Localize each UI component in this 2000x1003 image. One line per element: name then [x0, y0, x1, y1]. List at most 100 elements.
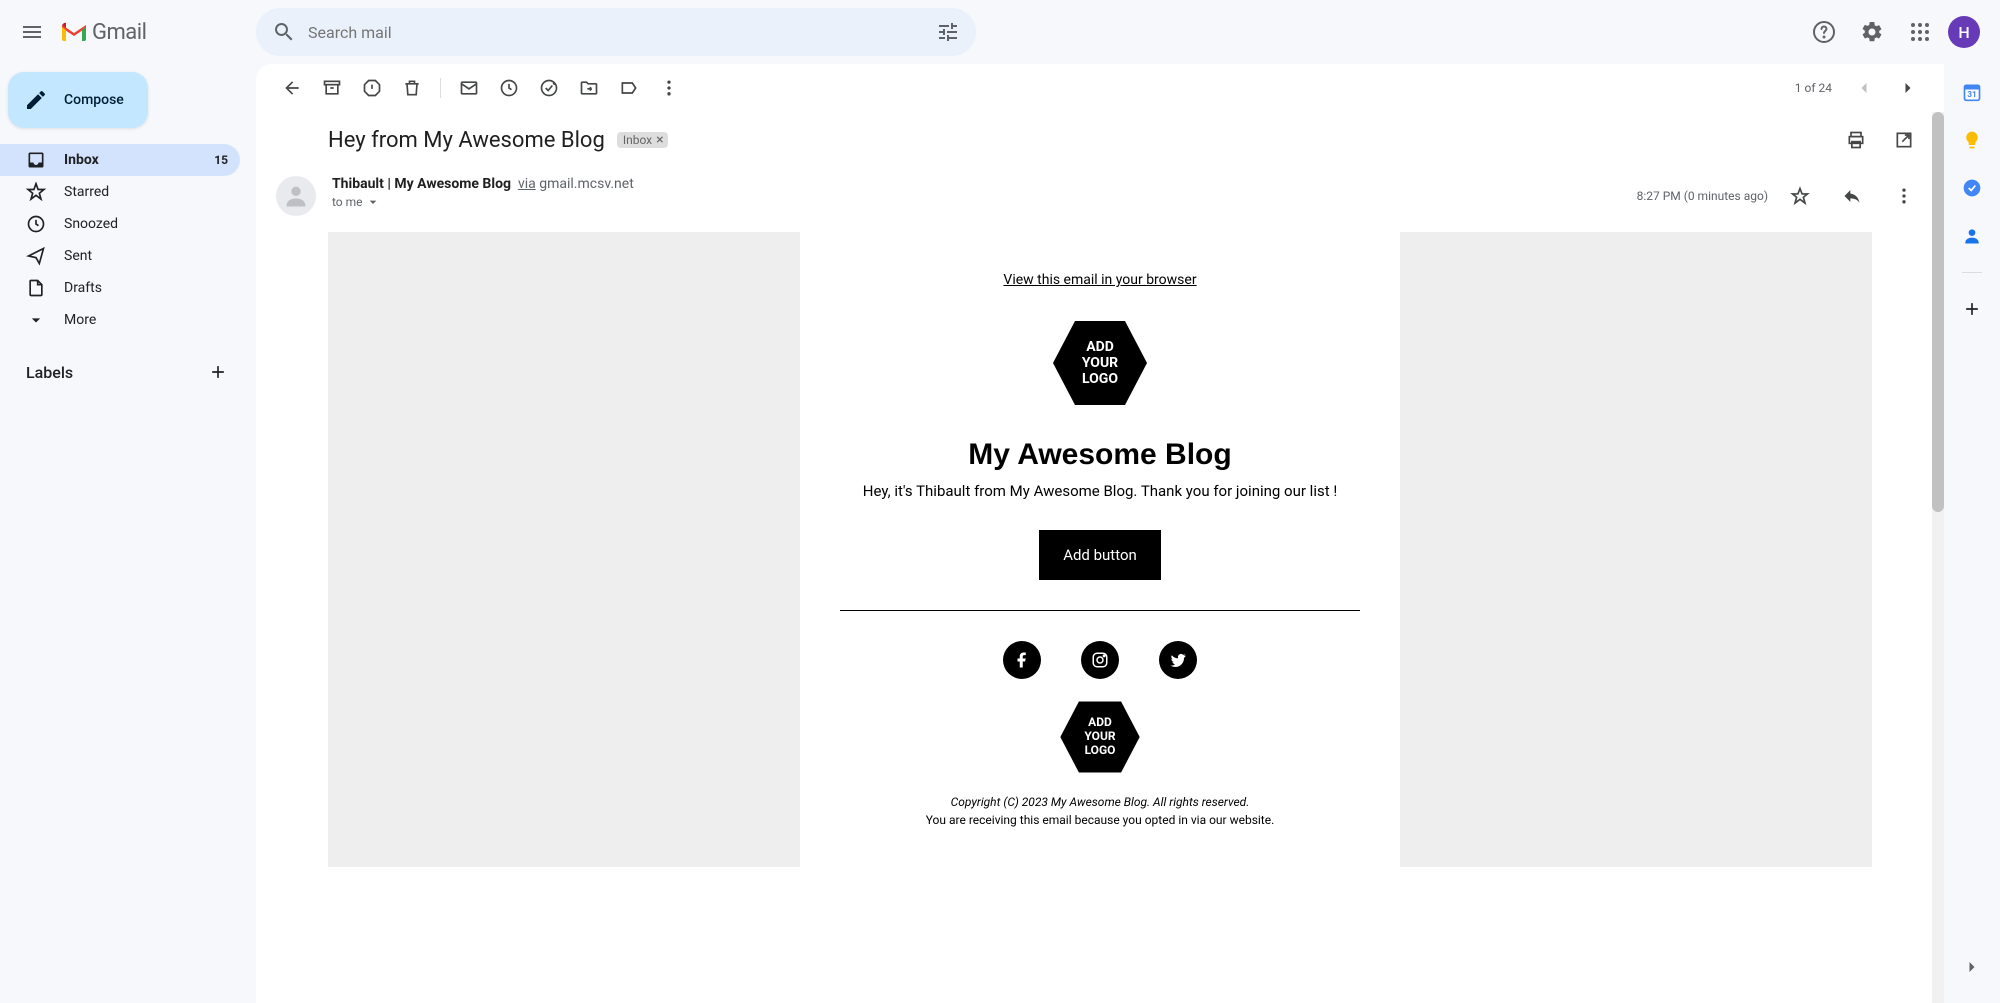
- chevron-right-icon: [1898, 78, 1918, 98]
- instagram-link[interactable]: [1081, 641, 1119, 679]
- search-bar[interactable]: [256, 8, 976, 56]
- message-pane: 1 of 24 Hey from My Awesome Blog Inbox ×: [256, 64, 1944, 1003]
- email-body-scroll[interactable]: View this email in your browser ADD YOUR…: [256, 232, 1944, 907]
- gmail-logo-icon: [60, 21, 88, 43]
- inbox-count: 15: [214, 153, 228, 167]
- contacts-icon: [1962, 226, 1982, 246]
- send-icon: [26, 246, 46, 266]
- support-button[interactable]: [1804, 12, 1844, 52]
- archive-button[interactable]: [312, 68, 352, 108]
- delete-button[interactable]: [392, 68, 432, 108]
- more-vert-icon: [659, 78, 679, 98]
- nav-inbox[interactable]: Inbox 15: [0, 144, 240, 176]
- label-chip-text: Inbox: [623, 133, 652, 147]
- to-text: to me: [332, 195, 363, 209]
- snooze-button[interactable]: [489, 68, 529, 108]
- footer-logo-text-2: YOUR: [1084, 730, 1115, 744]
- apps-button[interactable]: [1900, 12, 1940, 52]
- twitter-icon: [1169, 651, 1187, 669]
- inbox-label-chip[interactable]: Inbox ×: [617, 132, 668, 148]
- facebook-icon: [1013, 651, 1031, 669]
- print-button[interactable]: [1836, 120, 1876, 160]
- compose-button[interactable]: Compose: [8, 72, 148, 128]
- remove-label-icon: ×: [656, 133, 663, 147]
- person-icon: [282, 182, 310, 210]
- view-in-browser-link[interactable]: View this email in your browser: [820, 272, 1380, 288]
- twitter-link[interactable]: [1159, 641, 1197, 679]
- spam-button[interactable]: [352, 68, 392, 108]
- search-options-button[interactable]: [928, 12, 968, 52]
- report-spam-icon: [362, 78, 382, 98]
- message-more-button[interactable]: [1884, 176, 1924, 216]
- subject-row: Hey from My Awesome Blog Inbox ×: [256, 112, 1944, 168]
- label-icon: [619, 78, 639, 98]
- contacts-app[interactable]: [1952, 216, 1992, 256]
- back-button[interactable]: [272, 68, 312, 108]
- hamburger-icon: [20, 20, 44, 44]
- move-to-button[interactable]: [569, 68, 609, 108]
- prev-button[interactable]: [1844, 68, 1884, 108]
- optin-text: You are receiving this email because you…: [820, 813, 1380, 827]
- chevron-left-icon: [1854, 78, 1874, 98]
- keep-app[interactable]: [1952, 120, 1992, 160]
- more-vert-icon: [1894, 186, 1914, 206]
- inbox-icon: [26, 150, 46, 170]
- account-avatar[interactable]: H: [1948, 16, 1980, 48]
- star-message-button[interactable]: [1780, 176, 1820, 216]
- nav-sent[interactable]: Sent: [0, 240, 240, 272]
- message-toolbar: 1 of 24: [256, 64, 1944, 112]
- draft-icon: [26, 278, 46, 298]
- rail-separator: [1962, 272, 1982, 273]
- svg-text:31: 31: [1967, 90, 1977, 100]
- sender-avatar[interactable]: [276, 176, 316, 216]
- search-button[interactable]: [264, 12, 304, 52]
- scrollbar-thumb[interactable]: [1932, 112, 1944, 512]
- main-menu-button[interactable]: [8, 8, 56, 56]
- search-icon: [272, 20, 296, 44]
- star-icon: [26, 182, 46, 202]
- get-addons[interactable]: [1952, 289, 1992, 329]
- reply-icon: [1842, 186, 1862, 206]
- tune-icon: [936, 20, 960, 44]
- nav-starred[interactable]: Starred: [0, 176, 240, 208]
- nav-more[interactable]: More: [0, 304, 240, 336]
- logo-placeholder: ADD YOUR LOGO: [1050, 318, 1150, 408]
- logo-text-1: ADD: [1082, 339, 1118, 355]
- more-actions-button[interactable]: [649, 68, 689, 108]
- message-header: Thibault | My Awesome Blog via gmail.mcs…: [256, 168, 1944, 232]
- recipient-line[interactable]: to me: [332, 194, 1637, 210]
- add-task-button[interactable]: [529, 68, 569, 108]
- nav-snoozed-label: Snoozed: [64, 216, 118, 232]
- next-button[interactable]: [1888, 68, 1928, 108]
- nav-snoozed[interactable]: Snoozed: [0, 208, 240, 240]
- email-intro: Hey, it's Thibault from My Awesome Blog.…: [820, 482, 1380, 500]
- logo-text-3: LOGO: [1082, 371, 1118, 387]
- calendar-app[interactable]: 31: [1952, 72, 1992, 112]
- via-word: via: [518, 176, 536, 192]
- add-label-button[interactable]: [206, 360, 230, 384]
- reply-button[interactable]: [1832, 176, 1872, 216]
- new-window-button[interactable]: [1884, 120, 1924, 160]
- folder-nav: Inbox 15 Starred Snoozed Sent Draf: [0, 144, 256, 336]
- hide-panel[interactable]: [1952, 947, 1992, 987]
- nav-drafts[interactable]: Drafts: [0, 272, 240, 304]
- keep-icon: [1962, 130, 1982, 150]
- left-sidebar: Compose Inbox 15 Starred Snoozed: [0, 64, 256, 1003]
- email-cta-button[interactable]: Add button: [1039, 530, 1161, 580]
- mark-unread-button[interactable]: [449, 68, 489, 108]
- mail-icon: [459, 78, 479, 98]
- chevron-right-icon: [1962, 957, 1982, 977]
- clock-icon: [26, 214, 46, 234]
- apps-grid-icon: [1908, 20, 1932, 44]
- footer-logo-placeholder: ADD YOUR LOGO: [1057, 699, 1143, 775]
- facebook-link[interactable]: [1003, 641, 1041, 679]
- tasks-app[interactable]: [1952, 168, 1992, 208]
- email-divider: [840, 610, 1360, 611]
- add-task-icon: [539, 78, 559, 98]
- star-outline-icon: [1790, 186, 1810, 206]
- search-input[interactable]: [304, 23, 928, 42]
- settings-button[interactable]: [1852, 12, 1892, 52]
- gmail-logo[interactable]: Gmail: [56, 20, 146, 45]
- labels-button[interactable]: [609, 68, 649, 108]
- pencil-icon: [24, 88, 48, 112]
